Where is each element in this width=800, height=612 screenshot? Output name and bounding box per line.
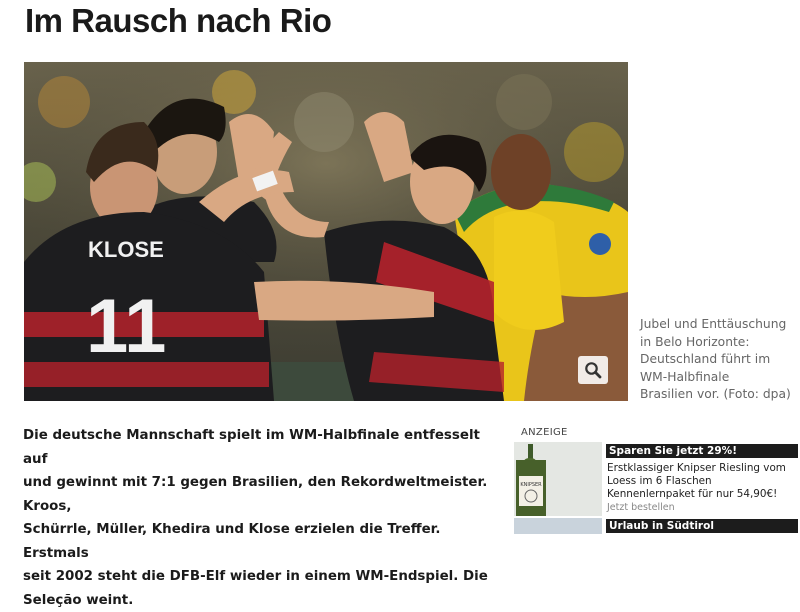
caption-line: in Belo Horizonte:: [640, 334, 800, 352]
ad-title[interactable]: Urlaub in Südtirol: [606, 519, 798, 533]
ad-title[interactable]: Sparen Sie jetzt 29%!: [606, 444, 798, 458]
photo-caption: Jubel und Enttäuschung in Belo Horizonte…: [640, 316, 800, 404]
teaser-line: und gewinnt mit 7:1 gegen Brasilien, den…: [23, 471, 505, 518]
ad-cta-link[interactable]: Jetzt bestellen: [607, 502, 675, 513]
caption-line: WM-Halbfinale: [640, 369, 800, 387]
magnifier-icon: [584, 361, 602, 379]
photo-image: KLOSE 11: [24, 62, 628, 401]
article-teaser: Die deutsche Mannschaft spielt im WM-Hal…: [23, 424, 505, 612]
page-title: Im Rausch nach Rio: [25, 2, 331, 40]
teaser-line: Die deutsche Mannschaft spielt im WM-Hal…: [23, 424, 505, 471]
teaser-line: Seleção weint.: [23, 589, 505, 612]
zoom-button[interactable]: [578, 356, 608, 384]
photo-credit: (Foto: dpa): [720, 387, 791, 401]
teaser-line: seit 2002 steht die DFB-Elf wieder in ei…: [23, 565, 505, 589]
jersey-name: KLOSE: [88, 237, 164, 262]
caption-line: Deutschland führt im: [640, 351, 800, 369]
ad-description[interactable]: Erstklassiger Knipser Riesling vom Loess…: [607, 462, 799, 501]
ad-suedtirol[interactable]: Urlaub in Südtirol: [514, 518, 800, 536]
ad-suedtirol-image[interactable]: [514, 518, 602, 534]
ad-wine-offer[interactable]: KNIPSER Sparen Sie jetzt 29%! Erstklassi…: [514, 442, 800, 518]
teaser-line: Schürrle, Müller, Khedira und Klose erzi…: [23, 518, 505, 565]
caption-line: Brasilien vor. (Foto: dpa): [640, 386, 800, 404]
wine-bottle-icon: KNIPSER: [514, 442, 602, 516]
article-photo[interactable]: KLOSE 11: [24, 62, 628, 401]
jersey-number: 11: [86, 284, 166, 369]
bottle-label: KNIPSER: [520, 482, 542, 488]
ad-wine-image[interactable]: KNIPSER: [514, 442, 602, 516]
ad-label: ANZEIGE: [521, 427, 568, 438]
caption-line: Jubel und Enttäuschung: [640, 316, 800, 334]
